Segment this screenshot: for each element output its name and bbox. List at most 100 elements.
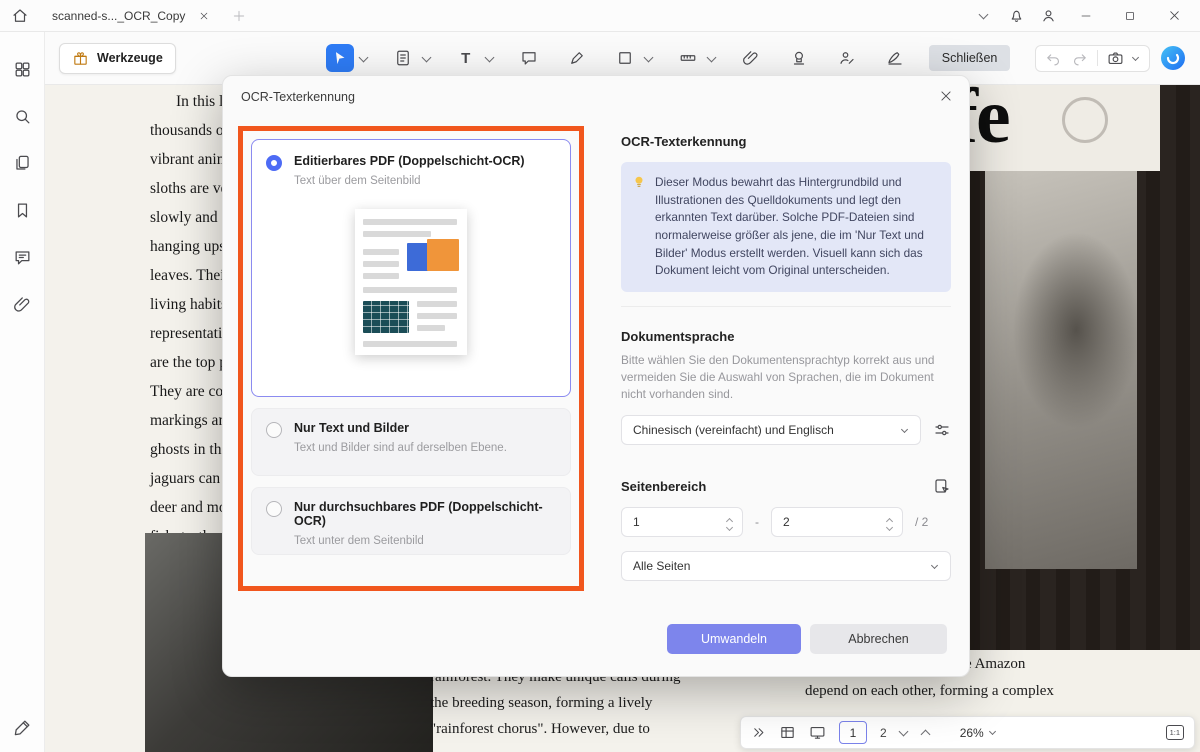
- previous-page-chevron-icon[interactable]: [900, 730, 909, 735]
- home-icon[interactable]: [6, 3, 34, 29]
- apps-grid-icon[interactable]: [11, 58, 33, 80]
- notifications-bell-icon[interactable]: [1002, 3, 1030, 29]
- comment-tool[interactable]: [515, 44, 543, 72]
- titlebar-right-controls: [970, 2, 1194, 30]
- select-tool[interactable]: [326, 44, 354, 72]
- zoom-control[interactable]: 26%: [960, 726, 997, 740]
- page-scope-select[interactable]: Alle Seiten: [621, 551, 951, 581]
- tools-button-label: Werkzeuge: [97, 51, 163, 65]
- ocr-mode-options: Editierbares PDF (Doppelschicht-OCR) Tex…: [238, 126, 584, 591]
- page-to-stepper[interactable]: [887, 515, 894, 530]
- page-to-input[interactable]: 2: [771, 507, 903, 537]
- measure-tool-chevron-icon[interactable]: [706, 52, 716, 62]
- dialog-close-icon[interactable]: [939, 89, 953, 106]
- comments-icon[interactable]: [11, 246, 33, 268]
- mode-info-text: Dieser Modus bewahrt das Hintergrundbild…: [655, 175, 924, 277]
- ai-assistant-icon[interactable]: [1160, 45, 1186, 71]
- stylus-pen-icon[interactable]: [11, 716, 33, 738]
- page-two-button[interactable]: 2: [880, 726, 887, 740]
- language-select-value: Chinesisch (vereinfacht) und Englisch: [633, 423, 834, 437]
- sign-pen-tool[interactable]: [881, 44, 909, 72]
- current-page-box[interactable]: 1: [839, 721, 867, 744]
- titlebar: scanned-s..._OCR_Copy: [0, 0, 1200, 32]
- maximize-button[interactable]: [1110, 2, 1150, 30]
- page-range-settings-icon[interactable]: [933, 477, 951, 495]
- scanned-text-line: the breeding season, forming a lively: [430, 690, 680, 716]
- shape-tool[interactable]: [611, 44, 639, 72]
- option-text-and-images[interactable]: Nur Text und Bilder Text und Bilder sind…: [251, 408, 571, 476]
- select-tool-chevron-icon[interactable]: [358, 52, 368, 62]
- close-ocr-mode-button[interactable]: Schließen: [929, 45, 1011, 71]
- new-tab-button[interactable]: [225, 3, 253, 29]
- language-select-chevron-icon: [901, 426, 908, 433]
- attachments-icon[interactable]: [11, 293, 33, 315]
- page-tool[interactable]: [389, 44, 417, 72]
- table-of-contents-icon[interactable]: [779, 724, 796, 741]
- actual-size-icon[interactable]: 1:1: [1166, 725, 1184, 740]
- page-scope-chevron-icon: [931, 562, 938, 569]
- snapshot-chevron-icon[interactable]: [1132, 53, 1139, 60]
- radio-text-and-images[interactable]: [266, 422, 282, 438]
- minimize-button[interactable]: [1066, 2, 1106, 30]
- text-tool[interactable]: T: [452, 44, 480, 72]
- page-thumbnails-icon[interactable]: [11, 152, 33, 174]
- option-sublabel: Text über dem Seitenbild: [294, 175, 525, 187]
- text-tool-glyph: T: [461, 50, 470, 67]
- page-from-stepper[interactable]: [727, 515, 734, 530]
- signature-tool[interactable]: [833, 44, 861, 72]
- option-label: Editierbares PDF (Doppelschicht-OCR): [294, 154, 525, 168]
- zoom-chevron-icon: [989, 728, 996, 735]
- current-page-number: 1: [850, 726, 857, 740]
- language-hint: Bitte wählen Sie den Dokumentensprachtyp…: [621, 352, 951, 403]
- tool-strip: T: [326, 44, 1011, 72]
- tools-button[interactable]: Werkzeuge: [59, 43, 176, 74]
- dialog-title: OCR-Texterkennung: [241, 90, 355, 104]
- radio-editable-pdf[interactable]: [266, 155, 282, 171]
- statusbar: 1 2 26% 1:1: [740, 716, 1195, 749]
- scanned-text-line: e Amazon: [965, 656, 1025, 673]
- dialog-buttons: Umwandeln Abbrechen: [667, 624, 947, 654]
- shape-tool-chevron-icon[interactable]: [643, 52, 653, 62]
- mode-info-box: Dieser Modus bewahrt das Hintergrundbild…: [621, 162, 951, 292]
- radio-searchable-pdf[interactable]: [266, 501, 282, 517]
- option-searchable-pdf[interactable]: Nur durchsuchbares PDF (Doppelschicht-OC…: [251, 487, 571, 555]
- lightbulb-icon: [632, 175, 646, 195]
- panel-heading: OCR-Texterkennung: [621, 134, 951, 149]
- next-page-chevron-icon[interactable]: [922, 727, 931, 738]
- option-editable-pdf[interactable]: Editierbares PDF (Doppelschicht-OCR) Tex…: [251, 139, 571, 397]
- page-total-label: / 2: [915, 515, 928, 529]
- page-range-section-title: Seitenbereich: [621, 477, 951, 495]
- range-separator: -: [755, 515, 759, 529]
- language-select[interactable]: Chinesisch (vereinfacht) und Englisch: [621, 415, 921, 445]
- bookmark-icon[interactable]: [11, 199, 33, 221]
- highlight-pen-tool[interactable]: [563, 44, 591, 72]
- option-label: Nur Text und Bilder: [294, 421, 507, 435]
- attachment-tool[interactable]: [737, 44, 765, 72]
- read-mode-icon[interactable]: [809, 724, 826, 741]
- measure-tool[interactable]: [674, 44, 702, 72]
- option-sublabel: Text und Bilder sind auf derselben Ebene…: [294, 442, 507, 454]
- page-from-input[interactable]: 1: [621, 507, 743, 537]
- titlebar-chevron-down-icon[interactable]: [970, 3, 998, 29]
- page-tool-chevron-icon[interactable]: [421, 52, 431, 62]
- document-tab[interactable]: scanned-s..._OCR_Copy: [42, 0, 223, 32]
- option-label: Nur durchsuchbares PDF (Doppelschicht-OC…: [294, 500, 556, 528]
- stamp-tool[interactable]: [785, 44, 813, 72]
- text-tool-chevron-icon[interactable]: [484, 52, 494, 62]
- left-sidebar: [0, 32, 45, 752]
- language-settings-icon[interactable]: [933, 421, 951, 439]
- zoom-value: 26%: [960, 726, 984, 740]
- snapshot-camera-icon[interactable]: [1107, 50, 1124, 67]
- scanned-text-line: depend on each other, forming a complex: [805, 683, 1054, 700]
- search-icon[interactable]: [11, 105, 33, 127]
- expand-panel-icon[interactable]: [751, 725, 766, 740]
- cancel-button[interactable]: Abbrechen: [810, 624, 947, 654]
- tab-close-icon[interactable]: [195, 7, 213, 25]
- undo-icon[interactable]: [1045, 50, 1062, 67]
- account-icon[interactable]: [1034, 3, 1062, 29]
- toolbar-right-group: [1035, 45, 1186, 72]
- convert-button[interactable]: Umwandeln: [667, 624, 801, 654]
- option-sublabel: Text unter dem Seitenbild: [294, 535, 556, 547]
- redo-icon[interactable]: [1071, 50, 1088, 67]
- close-window-button[interactable]: [1154, 2, 1194, 30]
